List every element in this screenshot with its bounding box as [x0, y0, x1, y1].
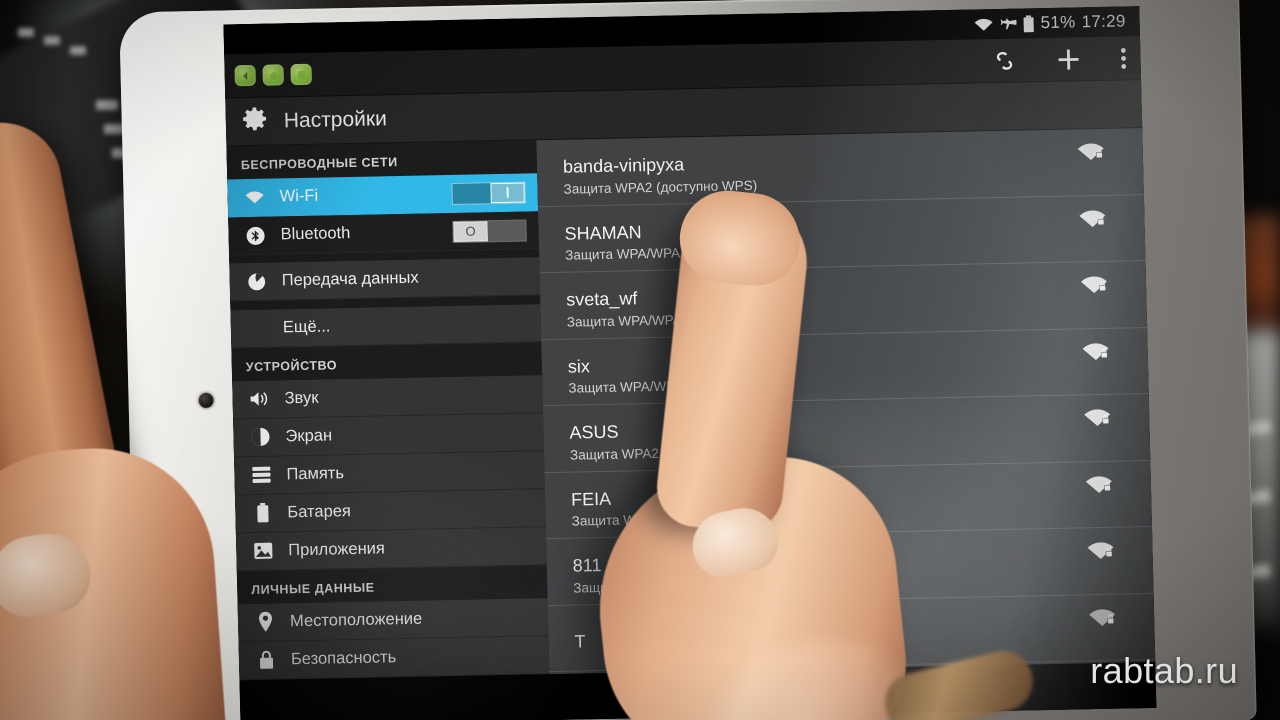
sidebar-item-battery[interactable]: Батарея [234, 489, 546, 534]
bluetooth-icon [244, 225, 266, 245]
battery-icon [251, 503, 273, 523]
sidebar-item-bluetooth[interactable]: Bluetooth O [228, 211, 540, 256]
overflow-menu-icon[interactable] [1120, 46, 1127, 70]
wifi-network-row[interactable]: FEIA Защита WPA2 (дост [544, 460, 1153, 540]
wifi-network-row[interactable]: banda-vinipyxa Защита WPA2 (доступно WPS… [536, 128, 1144, 207]
sidebar-item-label: Ещё... [282, 317, 331, 337]
sidebar-item-wifi[interactable]: Wi-Fi [227, 173, 539, 218]
data-usage-icon [246, 272, 268, 292]
settings-body: БЕСПРОВОДНЫЕ СЕТИ Wi-Fi Bluetooth O Пере… [226, 128, 1156, 681]
clock-label: 17:29 [1081, 11, 1126, 32]
sidebar-item-data-usage[interactable]: Передача данных [229, 257, 541, 302]
background-keycap [44, 36, 60, 45]
sidebar-item-label: Передача данных [281, 269, 419, 290]
wifi-ssid: T [574, 631, 586, 652]
battery-percent-label: 51% [1040, 12, 1076, 33]
back-button[interactable] [234, 64, 256, 87]
sidebar-item-label: Bluetooth [280, 224, 351, 244]
watermark: rabtab.ru [1090, 650, 1238, 691]
wifi-signal-locked-icon [1080, 272, 1113, 304]
background-keycap [70, 46, 86, 55]
wifi-signal-locked-icon [1083, 405, 1116, 437]
wifi-network-row[interactable]: T [547, 593, 1156, 673]
settings-sidebar[interactable]: БЕСПРОВОДНЫЕ СЕТИ Wi-Fi Bluetooth O Пере… [226, 140, 550, 681]
storage-icon [250, 466, 272, 484]
display-icon [249, 427, 271, 447]
sidebar-item-label: Память [286, 464, 345, 484]
background-keycap [18, 28, 34, 37]
wifi-signal-locked-icon [1078, 205, 1111, 237]
wifi-network-row[interactable]: SHAMAN Защита WPA/WPA2 (доступно WPS) [537, 194, 1146, 274]
page-title: Настройки [283, 106, 388, 132]
wifi-signal-locked-icon [1088, 604, 1121, 636]
lock-icon [255, 650, 277, 670]
wifi-signal-locked-icon [1086, 538, 1119, 570]
sound-icon [248, 390, 270, 408]
sidebar-item-label: Безопасность [290, 648, 397, 669]
sidebar-item-apps[interactable]: Приложения [235, 527, 547, 572]
wifi-network-row[interactable]: ASUS Защита WPA2 (доступно [542, 394, 1151, 473]
recents-button[interactable] [290, 63, 312, 86]
background-keycap [96, 100, 118, 110]
wifi-icon [244, 190, 266, 205]
volume-icon[interactable] [683, 679, 714, 709]
wps-scan-icon[interactable] [992, 48, 1017, 72]
navigation-buttons [234, 63, 312, 87]
wifi-signal-locked-icon [1081, 338, 1114, 370]
wifi-network-row[interactable]: sveta_wf Защита WPA/WPA2 [539, 261, 1148, 340]
location-pin-icon [254, 612, 276, 633]
sidebar-item-display[interactable]: Экран [233, 412, 544, 458]
sidebar-item-security[interactable]: Безопасность [238, 636, 550, 681]
sidebar-item-label: Местоположение [289, 609, 423, 631]
sidebar-item-label: Звук [284, 388, 319, 408]
wifi-signal-locked-icon [1077, 139, 1110, 171]
photo-scene: 51% 17:29 Настройки БЕСПРОВОДНЫЕ СЕТИ Wi… [0, 0, 1280, 720]
sidebar-item-storage[interactable]: Память [234, 451, 545, 496]
wifi-network-list[interactable]: banda-vinipyxa Защита WPA2 (доступно WPS… [536, 128, 1156, 675]
wifi-network-row[interactable]: 811 Защита WPA/W [546, 526, 1154, 606]
wifi-network-row[interactable]: six Защита WPA/WPA2 [541, 327, 1149, 407]
apps-icon [252, 542, 274, 560]
sidebar-item-label: Приложения [288, 539, 386, 560]
battery-icon [1022, 14, 1034, 32]
sidebar-item-sound[interactable]: Звук [232, 374, 544, 420]
tablet-device: 51% 17:29 Настройки БЕСПРОВОДНЫЕ СЕТИ Wi… [119, 0, 1257, 720]
gear-icon [239, 104, 270, 140]
home-button[interactable] [262, 64, 284, 86]
sidebar-item-label: Экран [285, 426, 333, 446]
wifi-signal-locked-icon [1085, 471, 1118, 503]
sidebar-item-label: Батарея [287, 501, 352, 522]
wifi-icon [974, 17, 994, 32]
sidebar-item-location[interactable]: Местоположение [237, 598, 549, 643]
bluetooth-toggle[interactable]: O [452, 219, 527, 243]
airplane-mode-icon [999, 16, 1017, 31]
bluetooth-toggle-label: O [453, 220, 488, 242]
tablet-screen: 51% 17:29 Настройки БЕСПРОВОДНЫЕ СЕТИ Wi… [223, 6, 1157, 720]
action-bar-actions [992, 44, 1127, 75]
wifi-toggle[interactable] [451, 180, 526, 205]
add-network-icon[interactable] [1054, 45, 1083, 74]
sidebar-item-more[interactable]: Ещё... [230, 303, 542, 349]
sidebar-item-label: Wi-Fi [279, 186, 319, 206]
